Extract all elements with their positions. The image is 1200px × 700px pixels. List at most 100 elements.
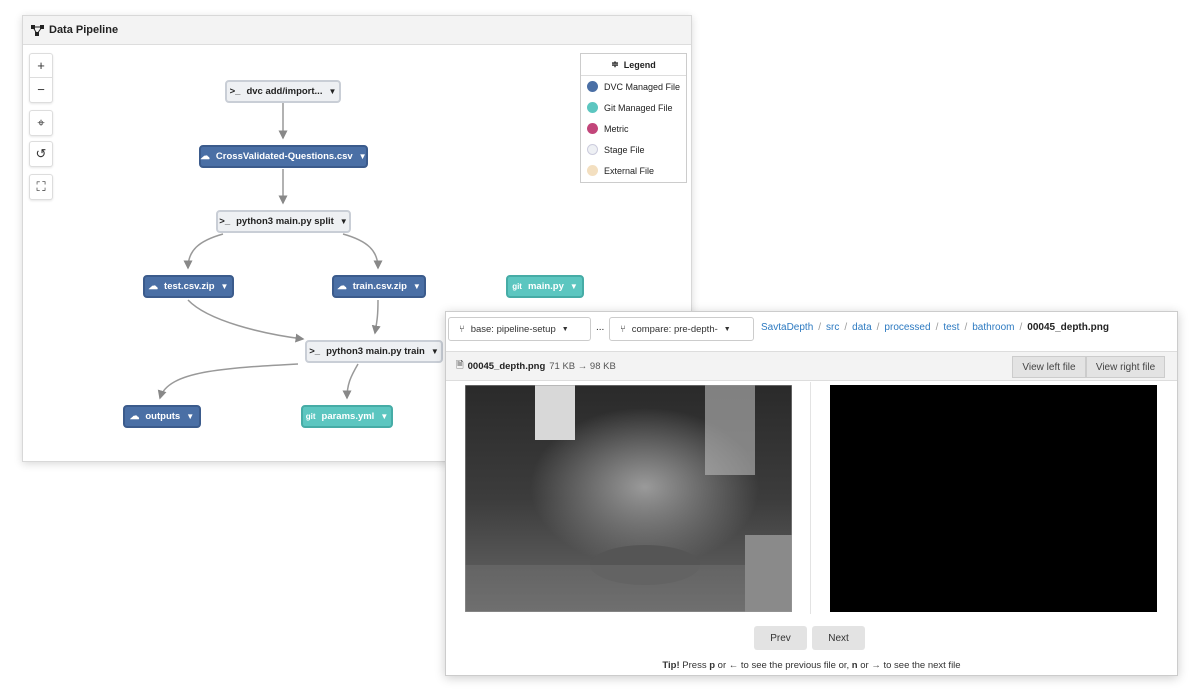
breadcrumb-link[interactable]: test [943,322,959,333]
separator: / [1019,322,1023,333]
chevron-down-icon: ▼ [358,152,367,161]
database-icon: ☁ [129,411,140,422]
left-image-depth [465,385,792,612]
base-branch-select[interactable]: ⑂ base: pipeline-setup ▼ [448,317,591,341]
node-crossvalidated-csv[interactable]: ☁ CrossValidated-Questions.csv ▼ [199,145,368,168]
legend-label: Metric [604,123,629,134]
legend-item: DVC Managed File [581,76,686,97]
legend-label: Git Managed File [604,102,673,113]
legend-item: Stage File [581,139,686,160]
legend-label: External File [604,165,655,176]
right-image-depth [830,385,1157,612]
node-label: test.csv.zip [164,281,215,292]
legend-title: Legend [623,59,656,70]
chevron-down-icon: ▼ [569,282,578,291]
file-header: 🗎 00045_depth.png 71 KB → 98 KB View lef… [446,351,1177,381]
breadcrumb-link[interactable]: bathroom [972,322,1014,333]
node-label: params.yml [321,411,375,422]
chevron-down-icon: ▼ [380,412,389,421]
node-split[interactable]: >_ python3 main.py split ▼ [216,210,351,233]
file-size-change: 71 KB → 98 KB [549,360,616,372]
stage-dot-icon [587,144,598,155]
git-icon: git [305,412,316,421]
separator: / [844,322,848,333]
edge [342,233,383,270]
compare-branch-select[interactable]: ⑂ compare: pre-depth- ▼ [609,317,754,341]
metric-dot-icon [587,123,598,134]
node-train[interactable]: >_ python3 main.py train ▼ [305,340,443,363]
file-diff-panel: ⑂ base: pipeline-setup ▼ ... ⑂ compare: pre… [445,311,1178,676]
node-train-csv[interactable]: ☁ train.csv.zip ▼ [332,275,426,298]
node-label: CrossValidated-Questions.csv [215,151,353,162]
chevron-down-icon: ▼ [328,87,337,96]
terminal-icon: >_ [309,346,321,357]
chevron-down-icon: ▼ [412,282,421,291]
legend-label: DVC Managed File [604,81,681,92]
breadcrumb-link[interactable]: src [826,322,839,333]
base-label: base: pipeline-setup [470,323,556,335]
edge [183,233,224,270]
legend-item: External File [581,160,686,181]
edge [342,363,359,400]
tip-text-part: Press [679,660,710,671]
view-left-file-button[interactable]: View left file [1012,356,1086,378]
next-button[interactable]: Next [812,626,865,650]
file-icon: 🗎 [456,360,464,371]
node-label: python3 main.py split [236,216,334,227]
ellipsis: ... [596,322,605,333]
compare-label: compare: pre-depth- [631,323,718,335]
external-dot-icon [587,165,598,176]
git-icon: git [512,282,522,291]
file-name: 00045_depth.png [467,360,546,372]
node-label: train.csv.zip [352,281,407,292]
breadcrumb-link[interactable]: processed [884,322,930,333]
git-dot-icon [587,102,598,113]
node-dvc-add[interactable]: >_ dvc add/import... ▼ [225,80,341,103]
chevron-down-icon: ▼ [430,347,439,356]
node-test-csv[interactable]: ☁ test.csv.zip ▼ [143,275,234,298]
tip-text-part: or → to see the next file [857,660,961,671]
node-outputs[interactable]: ☁ outputs ▼ [123,405,201,428]
separator: / [876,322,880,333]
node-label: main.py [527,281,564,292]
tip-label: Tip! [662,660,680,671]
database-icon: ☁ [200,151,210,162]
chevron-down-icon: ▼ [339,217,348,226]
legend-icon: ≑ [611,59,619,69]
breadcrumb: SavtaDepth / src / data / processed / test / … [761,322,1109,333]
edge [371,299,381,335]
separator: / [964,322,968,333]
legend: ≑ Legend DVC Managed File Git Managed Fil… [580,53,687,183]
terminal-icon: >_ [229,86,241,97]
chevron-down-icon: ▼ [186,412,195,421]
separator: / [935,322,939,333]
breadcrumb-link[interactable]: SavtaDepth [761,322,813,333]
caret-down-icon: ▼ [723,325,731,333]
tip-text-part: or ← to see the previous file or, [715,660,852,671]
legend-label: Stage File [604,144,645,155]
node-main-py[interactable]: git main.py ▼ [506,275,584,298]
divider [810,382,811,614]
database-icon: ☁ [337,281,347,292]
branch-icon: ⑂ [620,323,626,335]
edge [187,299,305,343]
node-label: outputs [145,411,181,422]
prev-button[interactable]: Prev [754,626,807,650]
legend-item: Metric [581,118,686,139]
terminal-icon: >_ [219,216,231,227]
node-label: dvc add/import... [246,86,323,97]
legend-item: Git Managed File [581,97,686,118]
dvc-dot-icon [587,81,598,92]
breadcrumb-link[interactable]: data [852,322,871,333]
node-params-yml[interactable]: git params.yml ▼ [301,405,393,428]
caret-down-icon: ▼ [561,325,569,333]
chevron-down-icon: ▼ [220,282,229,291]
tip-text: Tip! Press p or ← to see the previous fi… [446,660,1177,671]
view-right-file-button[interactable]: View right file [1086,356,1165,378]
separator: / [818,322,822,333]
edge [157,363,299,400]
current-file: 00045_depth.png [1027,322,1109,333]
database-icon: ☁ [148,281,159,292]
branch-icon: ⑂ [459,323,465,335]
node-label: python3 main.py train [326,346,425,357]
